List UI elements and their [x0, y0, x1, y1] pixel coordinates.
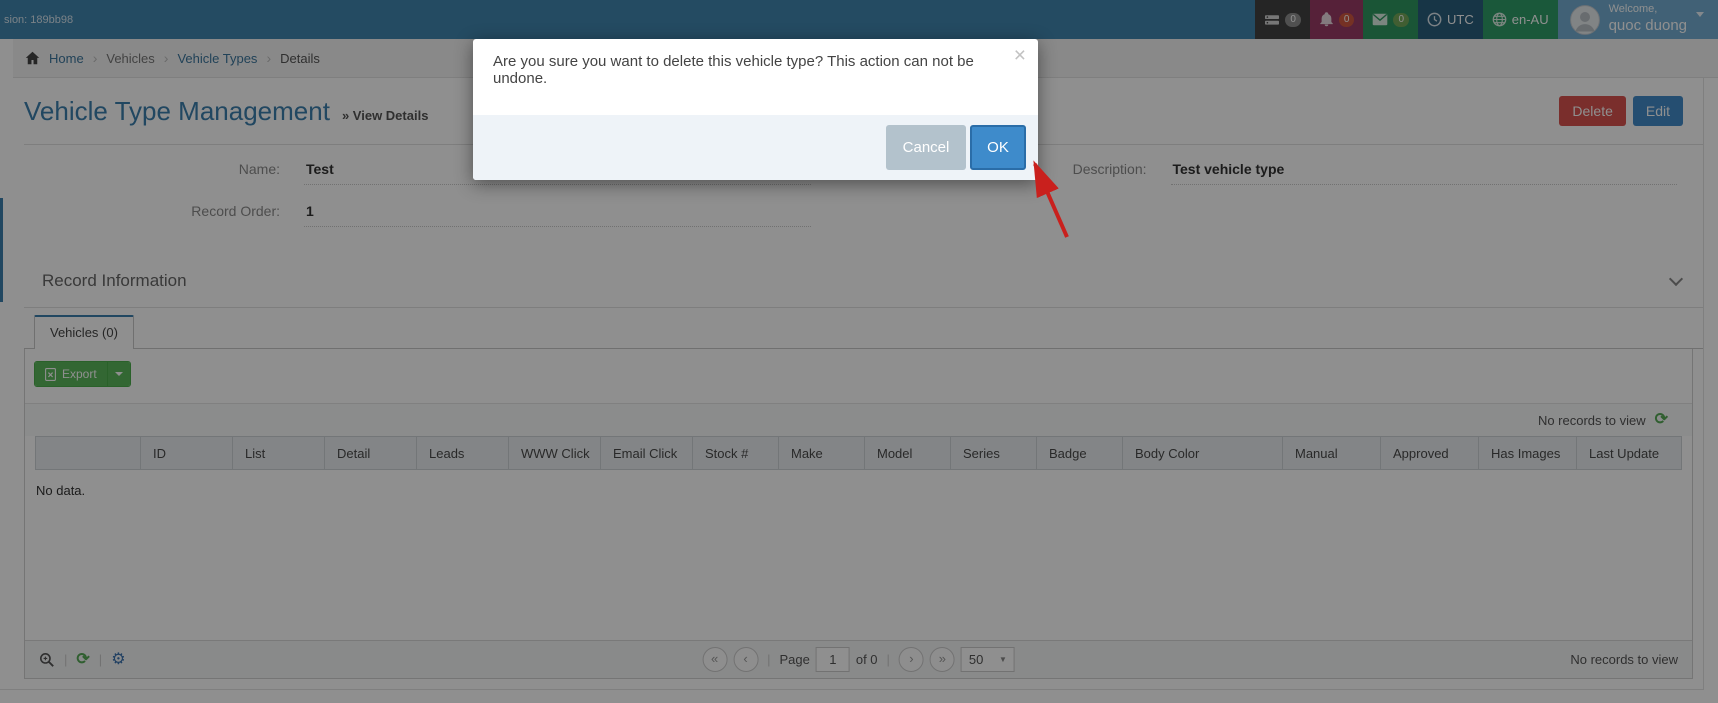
- confirm-delete-dialog: Are you sure you want to delete this veh…: [473, 39, 1038, 180]
- dialog-message: Are you sure you want to delete this veh…: [493, 53, 974, 87]
- dialog-body: Are you sure you want to delete this veh…: [473, 39, 1038, 115]
- ok-button[interactable]: OK: [970, 125, 1026, 170]
- dialog-footer: Cancel OK: [473, 115, 1038, 180]
- app-screen: sion: 189bb98 0 0 0 UTC en-AU Welcome, q…: [0, 0, 1718, 703]
- close-icon[interactable]: ×: [1014, 41, 1026, 70]
- cancel-button[interactable]: Cancel: [886, 125, 966, 170]
